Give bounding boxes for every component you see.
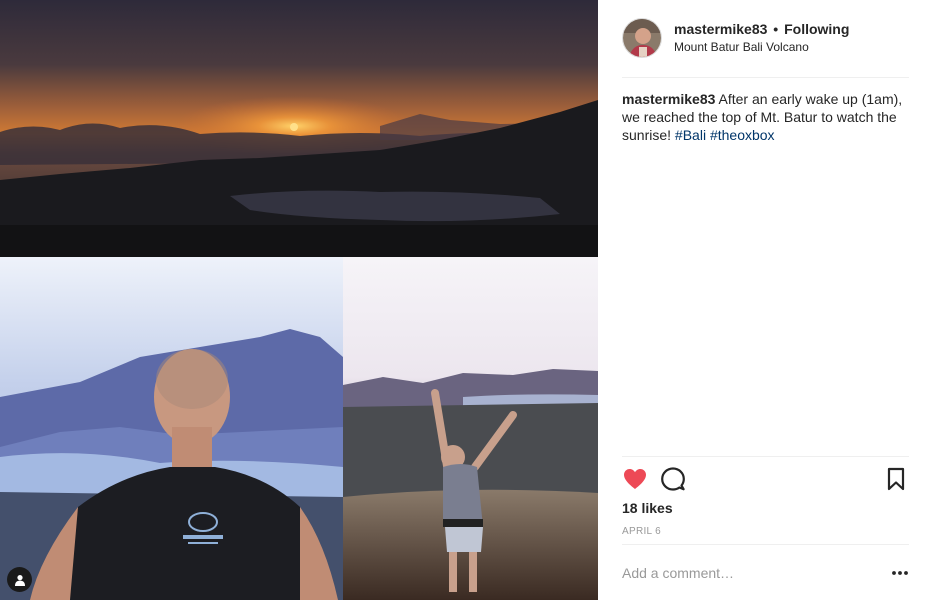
hiker-arms-raised-photo[interactable] [343,257,598,600]
hashtag-link[interactable]: #theoxbox [710,127,775,143]
heart-filled-icon[interactable] [622,466,648,492]
divider [622,456,909,457]
add-comment-input[interactable] [622,562,872,584]
action-bar [622,466,909,492]
ellipsis-icon[interactable] [890,566,910,580]
post-header: mastermike83 • Following Mount Batur Bal… [622,18,909,76]
header-line: mastermike83 • Following [674,21,849,37]
following-button[interactable]: Following [784,21,849,37]
hashtag-link[interactable]: #Bali [675,127,706,143]
divider [622,544,909,545]
location-link[interactable]: Mount Batur Bali Volcano [674,40,809,54]
likes-count[interactable]: 18 likes [622,500,673,516]
divider [622,77,909,78]
separator-dot: • [773,21,779,37]
speech-bubble-icon[interactable] [660,466,686,492]
username-link[interactable]: mastermike83 [674,21,767,37]
avatar[interactable] [622,18,662,58]
post-details-panel: mastermike83 • Following Mount Batur Bal… [598,0,931,600]
user-tag-icon[interactable] [7,567,32,592]
bookmark-icon[interactable] [883,466,909,492]
hiker-back-photo[interactable] [0,257,343,600]
caption-username-link[interactable]: mastermike83 [622,91,715,107]
post-date[interactable]: APRIL 6 [622,526,661,537]
sunrise-photo[interactable] [0,0,598,257]
post-caption: mastermike83 After an early wake up (1am… [622,90,909,144]
post-media-collage[interactable] [0,0,598,600]
